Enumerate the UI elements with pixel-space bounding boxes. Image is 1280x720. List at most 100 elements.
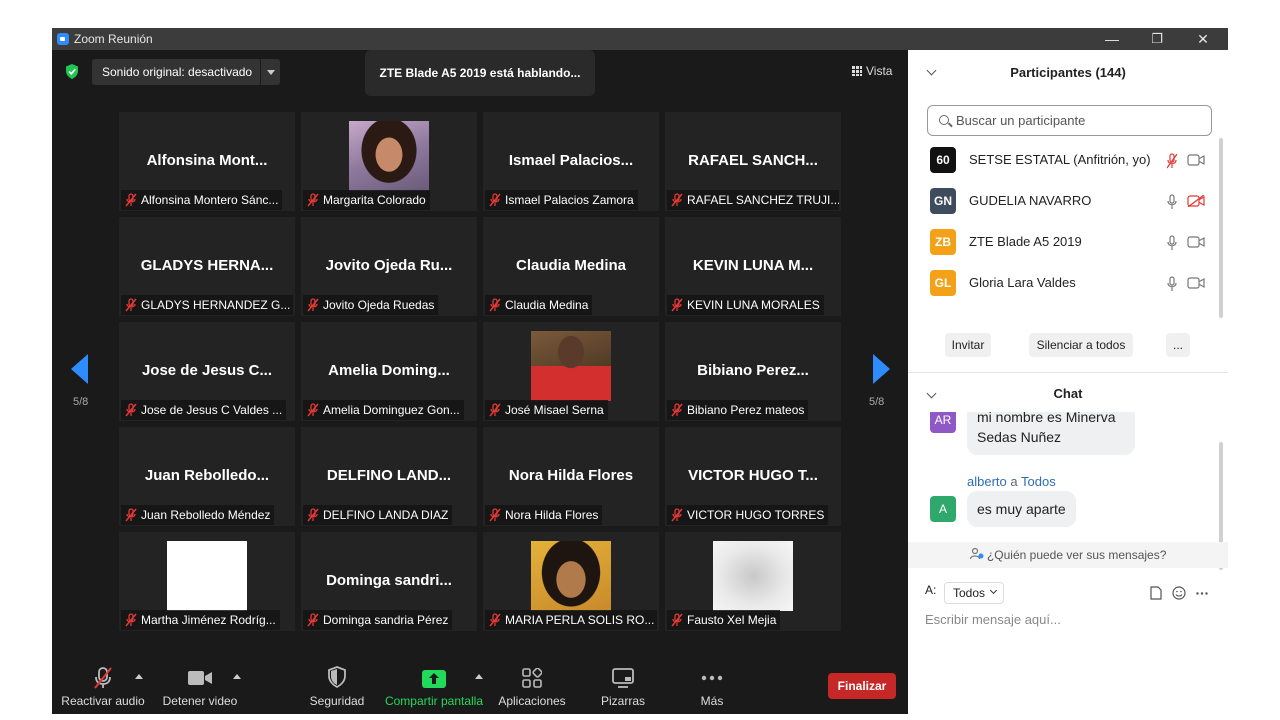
participant-video-feed [349, 121, 429, 191]
participant-name-tag: José Misael Serna [485, 400, 608, 420]
sender-to-word: a [1010, 474, 1018, 489]
participant-name-tag: Fausto Xel Mejia [667, 610, 781, 630]
participant-video-tile[interactable]: Claudia Medina Claudia Medina [483, 217, 659, 316]
participant-video-tile[interactable]: Margarita Colorado [301, 112, 477, 211]
name-tag-text: Jose de Jesus C Valdes ... [141, 403, 283, 417]
previous-page-arrow-icon[interactable] [71, 354, 88, 384]
more-button[interactable]: Más [682, 656, 742, 714]
participant-video-tile[interactable]: GLADYS HERNA... GLADYS HERNANDEZ G... [119, 217, 295, 316]
apps-icon [522, 668, 542, 688]
end-meeting-button[interactable]: Finalizar [828, 673, 896, 699]
participant-display-name: DELFINO LAND... [326, 467, 452, 484]
participant-video-tile[interactable]: KEVIN LUNA M... KEVIN LUNA MORALES [665, 217, 841, 316]
mic-icon[interactable] [1167, 235, 1177, 251]
video-options-caret-icon[interactable] [233, 674, 241, 679]
view-button[interactable]: Vista [852, 64, 892, 78]
grid-view-icon [852, 66, 862, 76]
privacy-text: ¿Quién puede ver sus mensajes? [986, 548, 1167, 562]
encryption-shield-icon[interactable] [65, 64, 79, 79]
participant-display-name: Dominga sandri... [326, 572, 452, 589]
participant-display-name: Jovito Ojeda Ru... [325, 257, 453, 274]
participant-video-tile[interactable]: Jose de Jesus C... Jose de Jesus C Valdes… [119, 322, 295, 421]
whiteboards-button[interactable]: Pizarras [588, 656, 658, 714]
security-label: Seguridad [309, 694, 365, 708]
camera-icon[interactable] [1187, 154, 1205, 166]
participant-display-name: Claudia Medina [515, 257, 627, 274]
message-privacy-link[interactable]: ¿Quién puede ver sus mensajes? [908, 542, 1228, 568]
whiteboard-icon [612, 668, 634, 688]
unmute-audio-button[interactable]: Reactivar audio [57, 656, 149, 714]
search-icon [939, 115, 949, 125]
participant-video-tile[interactable]: Bibiano Perez... Bibiano Perez mateos [665, 322, 841, 421]
stop-video-button[interactable]: Detener video [156, 656, 244, 714]
zoom-app-icon [57, 33, 69, 45]
audio-options-caret-icon[interactable] [135, 674, 143, 679]
next-page-arrow-icon[interactable] [873, 354, 890, 384]
share-screen-arrow-icon [422, 670, 446, 688]
more-label: Más [700, 694, 724, 708]
participant-display-name: Alfonsina Mont... [146, 152, 268, 169]
mic-icon[interactable] [1167, 194, 1177, 210]
share-options-caret-icon[interactable] [475, 674, 483, 679]
chat-more-dots-icon[interactable] [1196, 592, 1208, 595]
participant-video-tile[interactable]: MARIA PERLA SOLIS RO... [483, 532, 659, 631]
participant-video-tile[interactable]: Nora Hilda Flores Nora Hilda Flores [483, 427, 659, 526]
participant-display-name: Ismael Palacios... [508, 152, 634, 169]
mute-all-button[interactable]: Silenciar a todos [1029, 333, 1133, 357]
participants-more-button[interactable]: ... [1166, 333, 1190, 357]
participant-video-tile[interactable]: Fausto Xel Mejia [665, 532, 841, 631]
chat-sender: alberto a Todos [967, 474, 1056, 489]
apps-button[interactable]: Aplicaciones [496, 656, 568, 714]
participant-name-tag: Nora Hilda Flores [485, 505, 603, 525]
minimize-button[interactable]: — [1092, 29, 1132, 49]
invite-button[interactable]: Invitar [945, 333, 991, 357]
participant-video-tile[interactable]: Ismael Palacios... Ismael Palacios Zamora [483, 112, 659, 211]
restore-button[interactable]: ❐ [1137, 29, 1177, 49]
recipient-dropdown[interactable]: Todos [944, 582, 1004, 604]
mic-icon[interactable] [1167, 276, 1177, 292]
file-attach-icon[interactable] [1150, 586, 1162, 600]
participant-row[interactable]: GL Gloria Lara Valdes [908, 263, 1218, 300]
window-title: Zoom Reunión [74, 32, 153, 46]
camera-icon[interactable] [1187, 236, 1205, 248]
close-button[interactable]: ✕ [1183, 29, 1223, 49]
caret-down-icon[interactable] [267, 70, 275, 75]
emoji-icon[interactable] [1172, 586, 1186, 600]
participant-name-tag: DELFINO LANDA DIAZ [303, 505, 453, 525]
share-screen-button[interactable]: Compartir pantalla [382, 656, 486, 714]
participant-video-tile[interactable]: Jovito Ojeda Ru... Jovito Ojeda Ruedas [301, 217, 477, 316]
participant-video-tile[interactable]: VICTOR HUGO T... VICTOR HUGO TORRES [665, 427, 841, 526]
participant-video-tile[interactable]: Alfonsina Mont... Alfonsina Montero Sánc.… [119, 112, 295, 211]
participant-list-scrollbar[interactable] [1219, 138, 1223, 318]
zoom-window: Zoom Reunión — ❐ ✕ Sonido original: desa… [52, 28, 1228, 714]
participant-video-tile[interactable]: DELFINO LAND... DELFINO LANDA DIAZ [301, 427, 477, 526]
camera-icon[interactable] [1187, 277, 1205, 289]
muted-mic-icon [307, 193, 319, 207]
name-tag-text: Martha Jiménez Rodríg... [141, 613, 276, 627]
participant-row[interactable]: GN GUDELIA NAVARRO [908, 181, 1218, 222]
camera-off-icon[interactable] [1187, 195, 1205, 207]
participant-video-tile[interactable]: RAFAEL SANCH... RAFAEL SANCHEZ TRUJI... [665, 112, 841, 211]
name-tag-text: Bibiano Perez mateos [687, 403, 805, 417]
muted-mic-icon[interactable] [1167, 153, 1177, 169]
chat-message-input[interactable]: Escribir mensaje aquí... [925, 612, 1061, 627]
participant-row[interactable]: 60 SETSE ESTATAL (Anfitrión, yo) [908, 140, 1218, 181]
participant-list: 60 SETSE ESTATAL (Anfitrión, yo) GN GUDELIA… [908, 140, 1218, 300]
participant-name: ZTE Blade A5 2019 [969, 234, 1082, 249]
participant-video-tile[interactable]: Amelia Doming... Amelia Dominguez Gon... [301, 322, 477, 421]
security-button[interactable]: Seguridad [302, 656, 372, 714]
participant-video-tile[interactable]: José Misael Serna [483, 322, 659, 421]
to-label: A: [925, 583, 937, 597]
search-placeholder: Buscar un participante [956, 113, 1086, 128]
participant-name-tag: Margarita Colorado [303, 190, 430, 210]
video-gallery-area: Sonido original: desactivado ZTE Blade A… [52, 50, 908, 714]
original-sound-dropdown[interactable]: Sonido original: desactivado [92, 59, 280, 85]
participant-video-tile[interactable]: Juan Rebolledo... Juan Rebolledo Méndez [119, 427, 295, 526]
participant-video-tile[interactable]: Dominga sandri... Dominga sandria Pérez [301, 532, 477, 631]
muted-mic-icon [671, 508, 683, 522]
participant-video-tile[interactable]: Martha Jiménez Rodríg... [119, 532, 295, 631]
name-tag-text: Alfonsina Montero Sánc... [141, 193, 279, 207]
participant-row[interactable]: ZB ZTE Blade A5 2019 [908, 222, 1218, 263]
participant-search-input[interactable]: Buscar un participante [927, 105, 1212, 136]
muted-mic-icon [671, 298, 683, 312]
